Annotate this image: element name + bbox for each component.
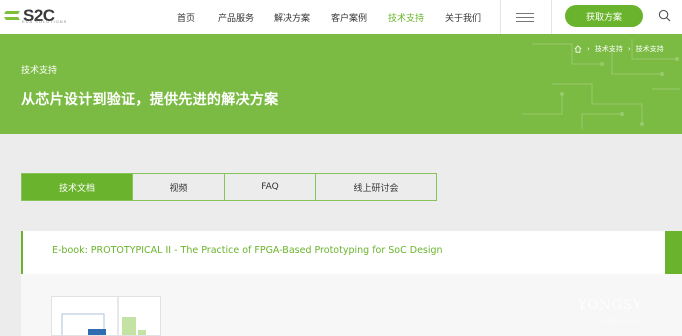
nav-item-cases[interactable]: 客户案例	[331, 11, 367, 24]
tab-webinars[interactable]: 线上研讨会	[316, 174, 436, 200]
document-card: E-book: PROTOTYPICAL II - The Practice o…	[21, 231, 682, 336]
watermark-subtitle: yongsy.com	[600, 318, 640, 324]
breadcrumb-separator: ›	[627, 45, 631, 53]
section-label: 技术支持	[21, 66, 58, 76]
book-cover-image	[52, 297, 160, 335]
hero-banner: › 技术支持 › 技术支持 技术支持 从芯片设计到验证，提供先进的解决方案	[0, 34, 682, 134]
breadcrumb-separator: ›	[587, 45, 590, 53]
nav-divider	[500, 0, 501, 34]
nav-item-support[interactable]: 技术支持	[388, 11, 424, 24]
nav-item-solutions[interactable]: 解决方案	[274, 11, 310, 24]
logo-mark-icon	[4, 8, 20, 24]
tab-faq[interactable]: FAQ	[225, 174, 316, 200]
home-icon[interactable]	[574, 45, 582, 53]
page-title: 从芯片设计到验证，提供先进的解决方案	[21, 92, 279, 108]
document-card-header[interactable]: E-book: PROTOTYPICAL II - The Practice o…	[21, 231, 682, 274]
document-card-accent	[665, 231, 682, 274]
hamburger-menu-icon[interactable]	[516, 11, 534, 23]
nav-item-products[interactable]: 产品服务	[218, 11, 254, 24]
nav-item-home[interactable]: 首页	[177, 11, 195, 24]
document-thumbnail[interactable]	[51, 296, 161, 336]
tab-documents[interactable]: 技术文档	[22, 174, 133, 200]
nav-divider	[551, 0, 552, 34]
breadcrumb-item-current: 技术支持	[635, 45, 664, 53]
support-tabs: 技术文档 视频 FAQ 线上研讨会	[21, 173, 437, 201]
document-title-link[interactable]: E-book: PROTOTYPICAL II - The Practice o…	[52, 245, 443, 256]
get-solution-button[interactable]: 获取方案	[565, 5, 643, 27]
tab-videos[interactable]: 视频	[133, 174, 225, 200]
watermark: YONGSY	[578, 298, 643, 313]
breadcrumb-item-support[interactable]: 技术支持	[595, 44, 623, 54]
logo-subtitle: EDA SOLUTIONS	[22, 19, 68, 24]
nav-item-about[interactable]: 关于我们	[445, 11, 481, 24]
search-icon[interactable]	[658, 9, 671, 22]
site-header: S2C EDA SOLUTIONS 首页 产品服务 解决方案 客户案例 技术支持…	[0, 0, 682, 34]
breadcrumb: › 技术支持 › 技术支持	[574, 44, 664, 54]
